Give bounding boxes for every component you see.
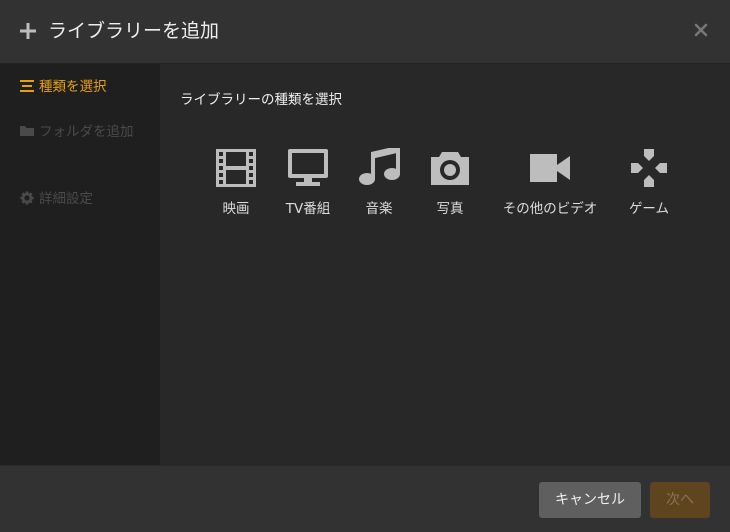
section-heading: ライブラリーの種類を選択: [180, 92, 342, 108]
type-photos[interactable]: 写真: [425, 148, 475, 217]
type-label: その他のビデオ: [502, 201, 598, 217]
type-label: 写真: [436, 201, 464, 217]
dialog-header: ライブラリーを追加: [0, 0, 730, 64]
add-library-dialog: ライブラリーを追加 種類を選択 フォルダを追加 詳細設定 ライブラリーの種類を選…: [0, 0, 730, 532]
main-panel: ライブラリーの種類を選択 映画 TV番組 音楽 写真 その他のビデオ ゲーム: [160, 64, 730, 465]
type-tv-shows[interactable]: TV番組: [283, 148, 333, 217]
sidebar-item-label: フォルダを追加: [39, 124, 134, 140]
folder-icon: [19, 122, 35, 136]
type-music[interactable]: 音楽: [354, 148, 404, 217]
camera-icon: [425, 148, 475, 188]
sidebar: 種類を選択 フォルダを追加 詳細設定: [0, 64, 160, 465]
type-label: TV番組: [285, 201, 331, 217]
type-movies[interactable]: 映画: [211, 148, 261, 217]
next-button: 次へ: [650, 482, 710, 518]
dialog-title: ライブラリーを追加: [48, 20, 220, 42]
dialog-footer: キャンセル 次へ: [0, 465, 730, 532]
sidebar-item-advanced: 詳細設定: [19, 188, 149, 210]
close-icon[interactable]: [693, 22, 709, 38]
type-label: 映画: [222, 201, 250, 217]
sidebar-item-label: 詳細設定: [39, 191, 93, 207]
type-other-videos[interactable]: その他のビデオ: [498, 148, 602, 217]
music-note-icon: [354, 148, 404, 188]
sidebar-item-select-type[interactable]: 種類を選択: [19, 76, 149, 98]
type-label: 音楽: [365, 201, 393, 217]
video-camera-icon: [498, 148, 602, 188]
sidebar-item-label: 種類を選択: [39, 79, 107, 95]
list-icon: [19, 78, 35, 92]
type-label: ゲーム: [628, 201, 670, 217]
gamepad-icon: [623, 148, 675, 188]
gear-icon: [19, 190, 35, 205]
film-icon: [211, 148, 261, 188]
type-games[interactable]: ゲーム: [623, 148, 675, 217]
plus-icon: [19, 22, 37, 40]
cancel-button[interactable]: キャンセル: [539, 482, 641, 518]
sidebar-item-add-folder: フォルダを追加: [19, 120, 149, 144]
tv-icon: [283, 148, 333, 188]
